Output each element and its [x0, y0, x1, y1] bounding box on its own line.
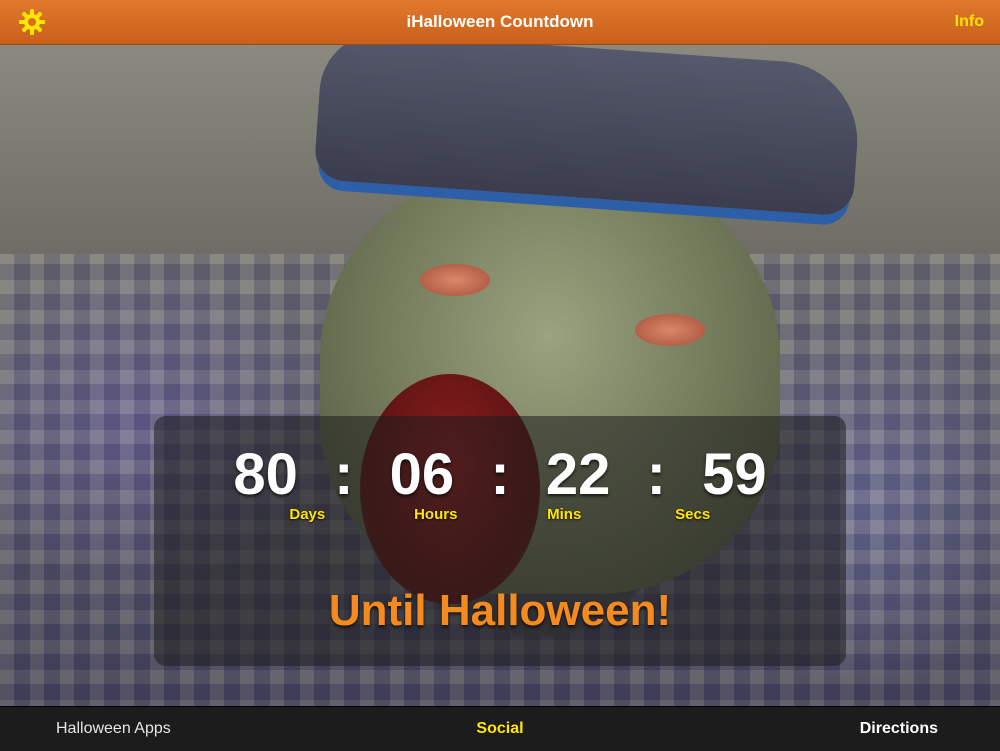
separator: :	[490, 442, 510, 507]
left-eye	[420, 264, 490, 296]
secs-value: 59	[702, 442, 767, 507]
separator: :	[334, 442, 354, 507]
mins-value: 22	[545, 442, 611, 507]
right-eye	[635, 314, 705, 346]
tab-halloween-apps[interactable]: Halloween Apps	[56, 707, 171, 751]
hours-value: 06	[389, 442, 455, 507]
days-value: 80	[233, 442, 298, 507]
info-button[interactable]: Info	[955, 0, 984, 44]
days-label: Days	[289, 506, 326, 523]
tab-social[interactable]: Social	[476, 720, 523, 737]
separator: :	[646, 442, 666, 507]
mins-label: Mins	[547, 506, 582, 523]
baseball-cap	[313, 44, 863, 217]
until-halloween-caption: Until Halloween!	[328, 586, 672, 635]
top-nav-bar: iHalloween Countdown Info	[0, 0, 1000, 45]
secs-label: Secs	[675, 506, 711, 523]
countdown-labels: Days Hours Mins Secs	[154, 506, 846, 528]
tab-directions[interactable]: Directions	[860, 707, 938, 751]
app-title: iHalloween Countdown	[406, 12, 594, 31]
countdown-digits: 80 : 06 : 22 : 59	[154, 440, 846, 510]
countdown-panel: 80 : 06 : 22 : 59 Days Hours Mins Secs U…	[154, 416, 846, 666]
bottom-tab-bar: Halloween Apps Social Directions	[0, 706, 1000, 751]
hours-label: Hours	[414, 506, 458, 523]
